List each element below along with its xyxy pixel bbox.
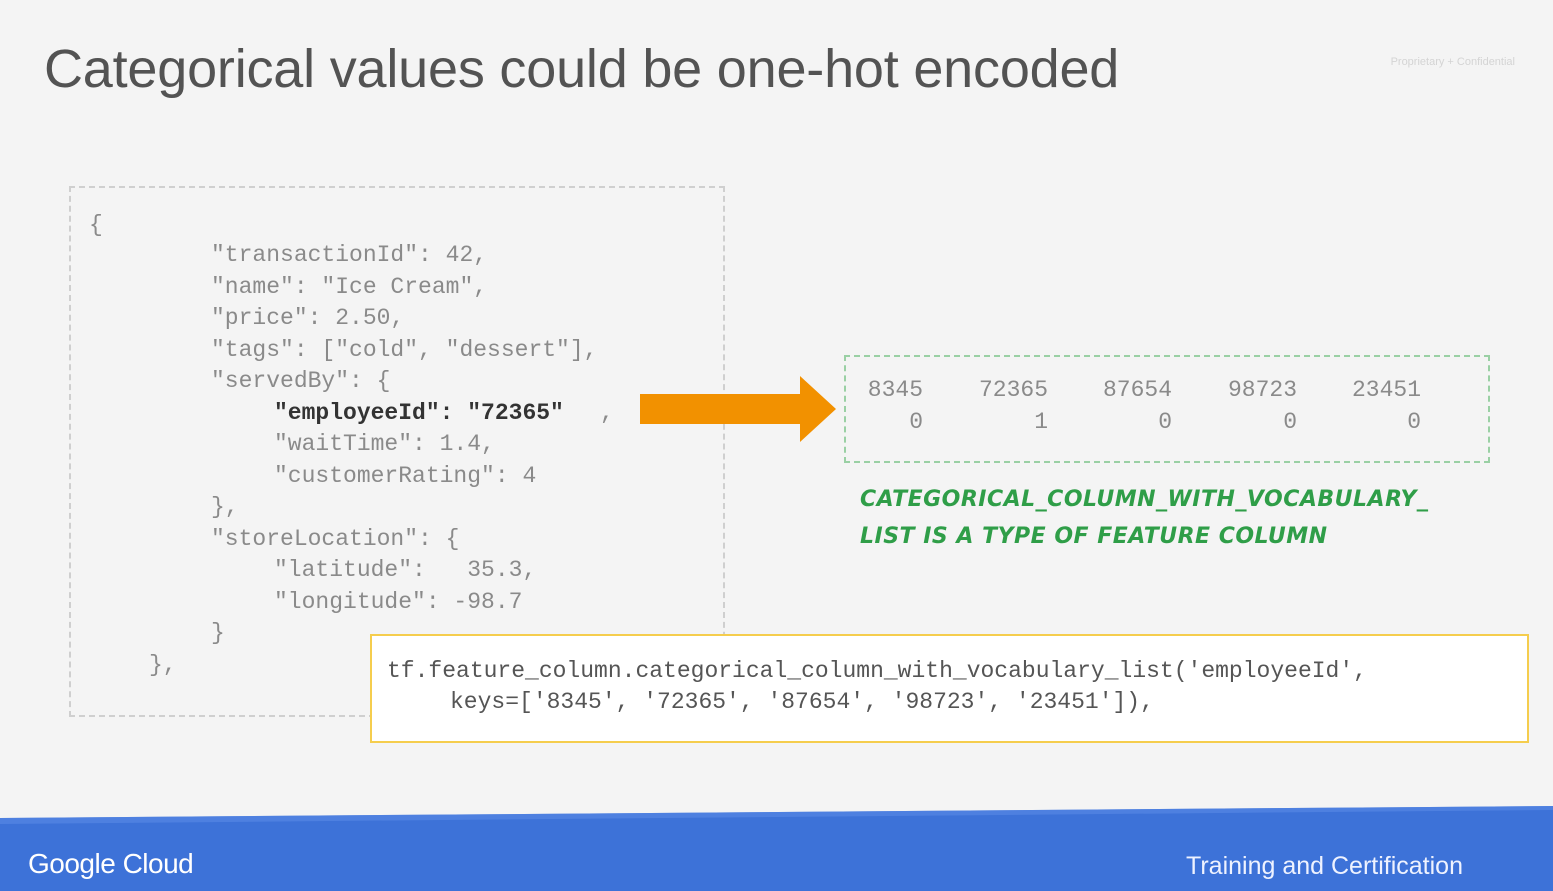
- json-line: "customerRating": 4: [274, 463, 537, 489]
- json-line-comma: ,: [600, 400, 614, 426]
- json-line: "price": 2.50,: [211, 305, 405, 331]
- json-line: "storeLocation": {: [211, 526, 460, 552]
- json-line: },: [211, 494, 239, 520]
- json-line-employee-id: "employeeId": "72365": [274, 400, 564, 426]
- code-line-2: keys=['8345', '72365', '87654', '98723',…: [450, 689, 1154, 715]
- vocabulary-key: 87654: [1102, 377, 1172, 403]
- json-line: }: [211, 620, 225, 646]
- one-hot-value: 0: [1407, 409, 1421, 435]
- vocabulary-key: 98723: [1227, 377, 1297, 403]
- json-line: "longitude": -98.7: [274, 589, 523, 615]
- one-hot-vocabulary-box: 8345 72365 87654 98723 23451 0 1 0 0 0: [844, 355, 1490, 463]
- slide-title: Categorical values could be one-hot enco…: [44, 39, 1120, 99]
- annotation-line-1: CATEGORICAL_COLUMN_WITH_VOCABULARY_: [860, 487, 1429, 512]
- vocabulary-key: 23451: [1351, 377, 1421, 403]
- vocabulary-key: 8345: [867, 377, 923, 403]
- one-hot-value: 1: [1034, 409, 1048, 435]
- confidential-label: Proprietary + Confidential: [1390, 56, 1515, 68]
- feature-column-code-box: tf.feature_column.categorical_column_wit…: [370, 634, 1529, 743]
- code-line-1: tf.feature_column.categorical_column_wit…: [387, 658, 1367, 684]
- json-line: },: [149, 652, 177, 678]
- json-line: {: [89, 212, 103, 238]
- one-hot-value: 0: [1283, 409, 1297, 435]
- google-cloud-logo: Google Cloud: [28, 848, 194, 879]
- json-line: "name": "Ice Cream",: [211, 274, 488, 300]
- json-line: "latitude": 35.3,: [274, 557, 537, 583]
- json-line: "servedBy": {: [211, 368, 391, 394]
- json-line: "transactionId": 42,: [211, 242, 488, 268]
- vocabulary-key: 72365: [978, 377, 1048, 403]
- arrow-right-icon: [640, 376, 836, 442]
- footer-training-label: Training and Certification: [1186, 852, 1463, 880]
- json-line: "tags": ["cold", "dessert"],: [211, 337, 598, 363]
- json-line: "waitTime": 1.4,: [274, 431, 495, 457]
- one-hot-value: 0: [909, 409, 923, 435]
- one-hot-value: 0: [1158, 409, 1172, 435]
- annotation-line-2: LIST IS A TYPE OF FEATURE COLUMN: [860, 524, 1328, 549]
